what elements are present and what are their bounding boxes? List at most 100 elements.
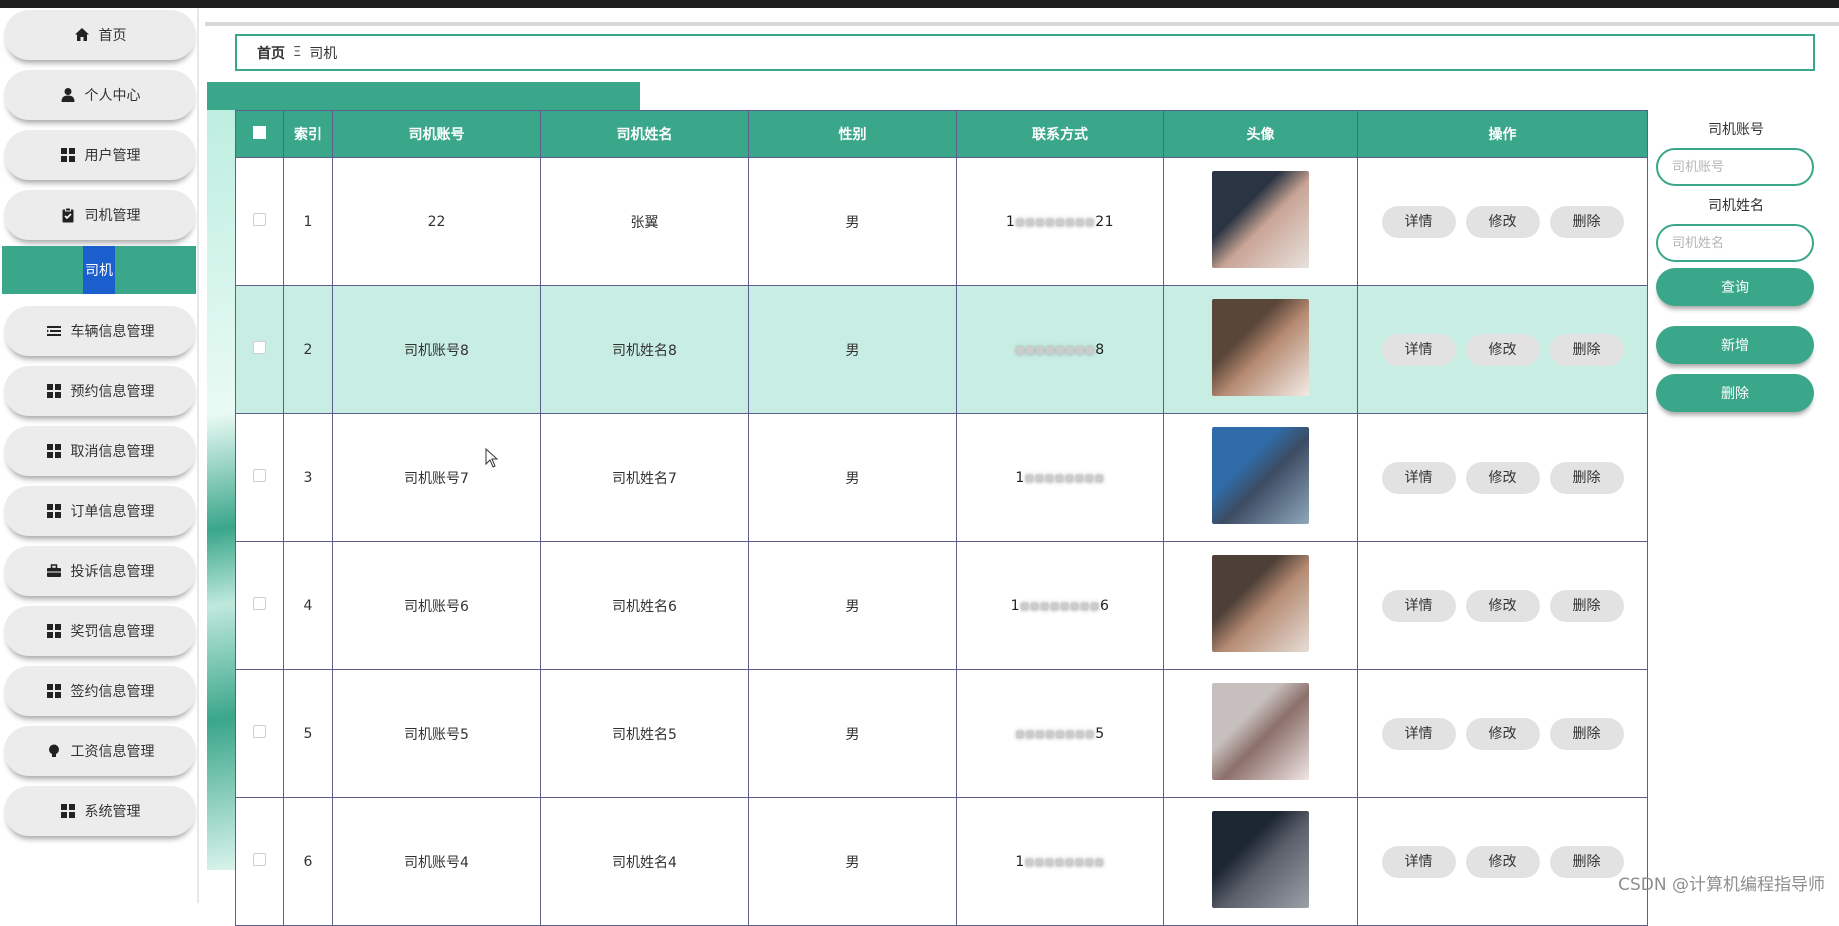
row-select-cell[interactable] xyxy=(236,286,284,414)
delete-button[interactable]: 删除 xyxy=(1550,846,1624,878)
row-select-cell[interactable] xyxy=(236,414,284,542)
phone-cell: 1▪▪▪▪▪▪▪▪21 xyxy=(957,158,1164,286)
detail-button[interactable]: 详情 xyxy=(1382,206,1456,238)
avatar[interactable] xyxy=(1212,811,1309,908)
detail-button[interactable]: 详情 xyxy=(1382,462,1456,494)
avatar[interactable] xyxy=(1212,555,1309,652)
home-icon xyxy=(74,27,90,43)
query-button[interactable]: 查询 xyxy=(1656,268,1814,306)
mouse-cursor-icon xyxy=(485,448,499,468)
sidebar-item-users[interactable]: 用户管理 xyxy=(4,130,196,180)
edit-button[interactable]: 修改 xyxy=(1466,718,1540,750)
detail-button[interactable]: 详情 xyxy=(1382,846,1456,878)
name-cell: 司机姓名5 xyxy=(541,670,749,798)
grid-icon xyxy=(46,383,62,399)
column-header: 性别 xyxy=(749,111,957,158)
avatar[interactable] xyxy=(1212,171,1309,268)
phone-redacted: ▪▪▪▪▪▪▪▪ xyxy=(1015,726,1095,742)
edit-button[interactable]: 修改 xyxy=(1466,334,1540,366)
row-checkbox[interactable] xyxy=(253,213,266,226)
name-search-label: 司机姓名 xyxy=(1656,194,1816,218)
edit-button[interactable]: 修改 xyxy=(1466,462,1540,494)
sidebar-item-vehicles[interactable]: 车辆信息管理 xyxy=(4,306,196,356)
delete-button[interactable]: 删除 xyxy=(1550,462,1624,494)
avatar[interactable] xyxy=(1212,299,1309,396)
table-row: 6 司机账号4 司机姓名4 男 1▪▪▪▪▪▪▪▪ 详情修改删除 xyxy=(236,798,1648,926)
breadcrumb-home[interactable]: 首页 xyxy=(257,43,285,63)
avatar-cell xyxy=(1164,414,1358,542)
sidebar-divider xyxy=(197,8,199,903)
sidebar-item-profile[interactable]: 个人中心 xyxy=(4,70,196,120)
grid-icon xyxy=(46,443,62,459)
row-checkbox[interactable] xyxy=(253,341,266,354)
sidebar-item-label: 预约信息管理 xyxy=(71,381,155,401)
sidebar-item-cancellations[interactable]: 取消信息管理 xyxy=(4,426,196,476)
watermark: CSDN @计算机编程指导师 xyxy=(1618,870,1825,895)
account-search-label: 司机账号 xyxy=(1656,118,1816,142)
sidebar-item-label: 个人中心 xyxy=(85,85,141,105)
phone-redacted: ▪▪▪▪▪▪▪▪ xyxy=(1015,342,1095,358)
detail-button[interactable]: 详情 xyxy=(1382,334,1456,366)
account-cell: 司机账号4 xyxy=(333,798,541,926)
row-checkbox[interactable] xyxy=(253,853,266,866)
sidebar-item-complaints[interactable]: 投诉信息管理 xyxy=(4,546,196,596)
name-search-input[interactable] xyxy=(1656,224,1814,262)
gender-cell: 男 xyxy=(749,158,957,286)
batch-delete-button[interactable]: 删除 xyxy=(1656,374,1814,412)
sidebar-item-salary[interactable]: 工资信息管理 xyxy=(4,726,196,776)
sidebar-item-rewards[interactable]: 奖罚信息管理 xyxy=(4,606,196,656)
column-header: 操作 xyxy=(1358,111,1648,158)
avatar-cell xyxy=(1164,286,1358,414)
edit-button[interactable]: 修改 xyxy=(1466,206,1540,238)
account-cell: 司机账号7 xyxy=(333,414,541,542)
detail-button[interactable]: 详情 xyxy=(1382,590,1456,622)
phone-cell: ▪▪▪▪▪▪▪▪8 xyxy=(957,286,1164,414)
grid-icon xyxy=(60,147,76,163)
delete-button[interactable]: 删除 xyxy=(1550,590,1624,622)
row-checkbox[interactable] xyxy=(253,469,266,482)
sidebar-item-contracts[interactable]: 签约信息管理 xyxy=(4,666,196,716)
edit-button[interactable]: 修改 xyxy=(1466,590,1540,622)
avatar[interactable] xyxy=(1212,683,1309,780)
table-row: 4 司机账号6 司机姓名6 男 1▪▪▪▪▪▪▪▪6 详情修改删除 xyxy=(236,542,1648,670)
delete-button[interactable]: 删除 xyxy=(1550,718,1624,750)
row-select-cell[interactable] xyxy=(236,670,284,798)
main-top-divider xyxy=(205,22,1839,26)
sidebar-item-orders[interactable]: 订单信息管理 xyxy=(4,486,196,536)
account-search-input[interactable] xyxy=(1656,148,1814,186)
select-all-header[interactable] xyxy=(236,111,284,158)
sidebar-item-system[interactable]: 系统管理 xyxy=(4,786,196,836)
sidebar-item-drivers[interactable]: 司机管理 xyxy=(4,190,196,240)
name-cell: 司机姓名7 xyxy=(541,414,749,542)
phone-visible-start: 1 xyxy=(1006,214,1015,230)
window-top-bar xyxy=(0,0,1839,8)
select-all-checkbox[interactable] xyxy=(253,126,266,139)
avatar[interactable] xyxy=(1212,427,1309,524)
phone-visible-start: 1 xyxy=(1011,598,1020,614)
sidebar-item-reservations[interactable]: 预约信息管理 xyxy=(4,366,196,416)
add-button[interactable]: 新增 xyxy=(1656,326,1814,364)
edit-button[interactable]: 修改 xyxy=(1466,846,1540,878)
phone-cell: ▪▪▪▪▪▪▪▪5 xyxy=(957,670,1164,798)
account-cell: 司机账号6 xyxy=(333,542,541,670)
phone-cell: 1▪▪▪▪▪▪▪▪6 xyxy=(957,542,1164,670)
row-select-cell[interactable] xyxy=(236,542,284,670)
detail-button[interactable]: 详情 xyxy=(1382,718,1456,750)
phone-visible-start: 1 xyxy=(1015,854,1024,870)
list-icon xyxy=(46,323,62,339)
row-checkbox[interactable] xyxy=(253,725,266,738)
delete-button[interactable]: 删除 xyxy=(1550,334,1624,366)
row-select-cell[interactable] xyxy=(236,158,284,286)
row-checkbox[interactable] xyxy=(253,597,266,610)
sidebar-item-home[interactable]: 首页 xyxy=(4,10,196,60)
breadcrumb: 首页 Ξ 司机 xyxy=(235,34,1815,71)
table-row: 2 司机账号8 司机姓名8 男 ▪▪▪▪▪▪▪▪8 详情修改删除 xyxy=(236,286,1648,414)
row-select-cell[interactable] xyxy=(236,798,284,926)
index-cell: 6 xyxy=(284,798,333,926)
sidebar-subitem-driver[interactable]: 司机 xyxy=(2,246,196,294)
index-cell: 4 xyxy=(284,542,333,670)
breadcrumb-current: 司机 xyxy=(309,43,337,63)
delete-button[interactable]: 删除 xyxy=(1550,206,1624,238)
sidebar-item-label: 奖罚信息管理 xyxy=(71,621,155,641)
sidebar-item-label: 司机管理 xyxy=(85,205,141,225)
